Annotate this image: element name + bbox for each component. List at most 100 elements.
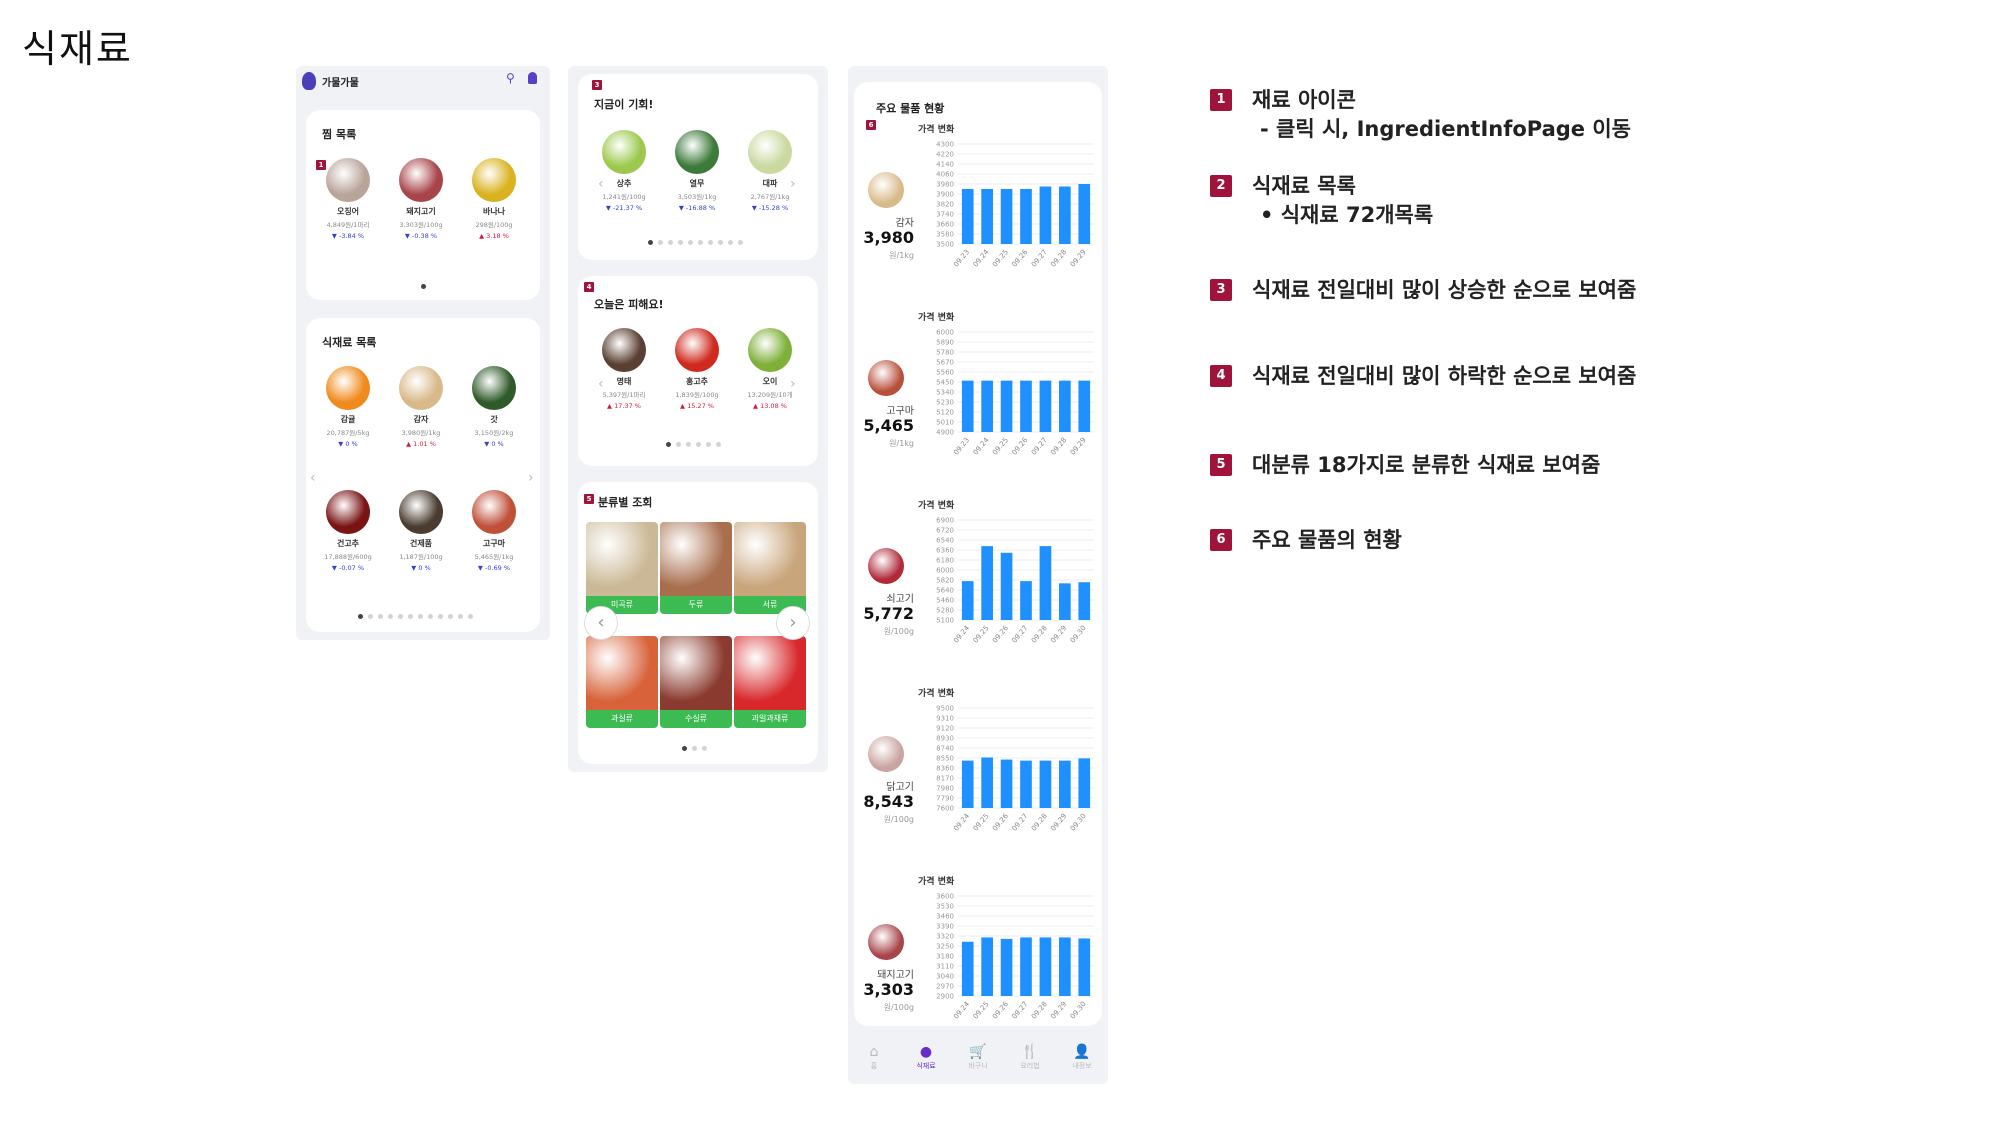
nav-icon[interactable]: ⌂	[849, 1044, 899, 1060]
ingredient-item[interactable]: 명태 5,397원/1마리 ▲ 17.37 %	[588, 328, 660, 410]
pager-dot[interactable]	[728, 240, 733, 245]
pager-dot[interactable]	[458, 614, 463, 619]
ingredient-thumbnail[interactable]	[472, 366, 516, 410]
nav-icon[interactable]: 🍴	[1005, 1044, 1055, 1060]
ingredient-item[interactable]: 오징어 4,849원/1마리 ▼ -3.84 %	[312, 158, 384, 240]
pager-dot[interactable]	[738, 240, 743, 245]
nav-item[interactable]: ⌂ 홈	[849, 1044, 899, 1071]
stat-item-icon[interactable]	[868, 360, 904, 396]
ingredient-thumbnail[interactable]	[472, 490, 516, 534]
category-image[interactable]	[660, 636, 732, 710]
pager-dot[interactable]	[682, 746, 687, 751]
pager-dot[interactable]	[718, 240, 723, 245]
pager-dot[interactable]	[438, 614, 443, 619]
pager-dot[interactable]	[678, 240, 683, 245]
next-chevron-icon[interactable]: ›	[528, 470, 534, 486]
ingredient-item[interactable]: 오이 13,209원/10개 ▲ 13.08 %	[734, 328, 806, 410]
ingredient-thumbnail[interactable]	[602, 328, 646, 372]
ingredient-item[interactable]: 홍고추 1,839원/100g ▲ 15.27 %	[661, 328, 733, 410]
ingredient-item[interactable]: 대파 2,767원/1kg ▼ -15.28 %	[734, 130, 806, 212]
ingredient-thumbnail[interactable]	[326, 158, 370, 202]
nav-item[interactable]: 👤 내정보	[1057, 1044, 1107, 1071]
ingredient-thumbnail[interactable]	[399, 490, 443, 534]
ingredient-item[interactable]: 건제품 1,187원/100g ▼ 0 %	[385, 490, 457, 572]
ingredient-item[interactable]: 돼지고기 3,303원/100g ▼ -0.38 %	[385, 158, 457, 240]
rising-pager[interactable]	[648, 240, 743, 245]
pager-dot[interactable]	[692, 746, 697, 751]
pager-dot[interactable]	[716, 442, 721, 447]
category-next-button[interactable]: ›	[776, 606, 810, 640]
pager-dot[interactable]	[421, 284, 426, 289]
ingredient-thumbnail[interactable]	[472, 158, 516, 202]
ingredients-pager[interactable]	[358, 614, 473, 619]
pager-dot[interactable]	[398, 614, 403, 619]
pager-dot[interactable]	[658, 240, 663, 245]
favorites-pager[interactable]	[421, 284, 426, 289]
ingredient-item[interactable]: 감자 3,980원/1kg ▲ 1.01 %	[385, 366, 457, 448]
ingredient-thumbnail[interactable]	[602, 130, 646, 174]
category-image[interactable]	[734, 636, 806, 710]
category-tile[interactable]: 미곡류	[586, 522, 658, 614]
ingredient-item[interactable]: 고구마 5,465원/1kg ▼ -0.69 %	[458, 490, 530, 572]
stat-item-icon[interactable]	[868, 736, 904, 772]
pager-dot[interactable]	[368, 614, 373, 619]
pager-dot[interactable]	[378, 614, 383, 619]
nav-icon[interactable]: ●	[901, 1044, 951, 1060]
falling-pager[interactable]	[666, 442, 721, 447]
stat-item-icon[interactable]	[868, 924, 904, 960]
pager-dot[interactable]	[408, 614, 413, 619]
pager-dot[interactable]	[358, 614, 363, 619]
category-image[interactable]	[734, 522, 806, 596]
ingredient-thumbnail[interactable]	[748, 328, 792, 372]
pager-dot[interactable]	[428, 614, 433, 619]
ingredient-thumbnail[interactable]	[399, 158, 443, 202]
nav-icon[interactable]: 👤	[1057, 1044, 1107, 1060]
ingredient-thumbnail[interactable]	[675, 328, 719, 372]
category-tile[interactable]: 두류	[660, 522, 732, 614]
ingredient-item[interactable]: 열무 3,503원/1kg ▼ -16.88 %	[661, 130, 733, 212]
category-tile[interactable]: 과실류	[586, 636, 658, 728]
bell-icon[interactable]	[528, 72, 537, 84]
pager-dot[interactable]	[468, 614, 473, 619]
pager-dot[interactable]	[666, 442, 671, 447]
prev-chevron-icon[interactable]: ‹	[310, 470, 316, 486]
nav-icon[interactable]: 🛒	[953, 1044, 1003, 1060]
pager-dot[interactable]	[418, 614, 423, 619]
ingredient-thumbnail[interactable]	[675, 130, 719, 174]
categories-pager[interactable]	[682, 746, 707, 751]
pager-dot[interactable]	[708, 240, 713, 245]
category-image[interactable]	[586, 522, 658, 596]
pager-dot[interactable]	[706, 442, 711, 447]
category-tile[interactable]: 수실류	[660, 636, 732, 728]
stat-item-icon[interactable]	[868, 548, 904, 584]
category-tile[interactable]: 서류	[734, 522, 806, 614]
pager-dot[interactable]	[696, 442, 701, 447]
ingredient-item[interactable]: 상추 1,241원/100g ▼ -21.37 %	[588, 130, 660, 212]
ingredient-thumbnail[interactable]	[326, 366, 370, 410]
nav-item[interactable]: ● 식재료	[901, 1044, 951, 1071]
pager-dot[interactable]	[676, 442, 681, 447]
pager-dot[interactable]	[698, 240, 703, 245]
pager-dot[interactable]	[648, 240, 653, 245]
category-image[interactable]	[586, 636, 658, 710]
category-prev-button[interactable]: ‹	[584, 606, 618, 640]
pager-dot[interactable]	[686, 442, 691, 447]
ingredient-thumbnail[interactable]	[326, 490, 370, 534]
pager-dot[interactable]	[388, 614, 393, 619]
category-image[interactable]	[660, 522, 732, 596]
nav-item[interactable]: 🛒 바구니	[953, 1044, 1003, 1071]
stat-item-icon[interactable]	[868, 172, 904, 208]
ingredient-item[interactable]: 건고추 17,888원/600g ▼ -0.07 %	[312, 490, 384, 572]
ingredient-item[interactable]: 갓 3,150원/2kg ▼ 0 %	[458, 366, 530, 448]
ingredient-item[interactable]: 감귤 20,787원/5kg ▼ 0 %	[312, 366, 384, 448]
pager-dot[interactable]	[448, 614, 453, 619]
nav-item[interactable]: 🍴 요리법	[1005, 1044, 1055, 1071]
pager-dot[interactable]	[688, 240, 693, 245]
category-tile[interactable]: 과일과채류	[734, 636, 806, 728]
ingredient-item[interactable]: 바나나 298원/100g ▲ 3.18 %	[458, 158, 530, 240]
ingredient-thumbnail[interactable]	[399, 366, 443, 410]
search-icon[interactable]: ⚲	[506, 71, 515, 85]
pager-dot[interactable]	[668, 240, 673, 245]
pager-dot[interactable]	[702, 746, 707, 751]
ingredient-thumbnail[interactable]	[748, 130, 792, 174]
